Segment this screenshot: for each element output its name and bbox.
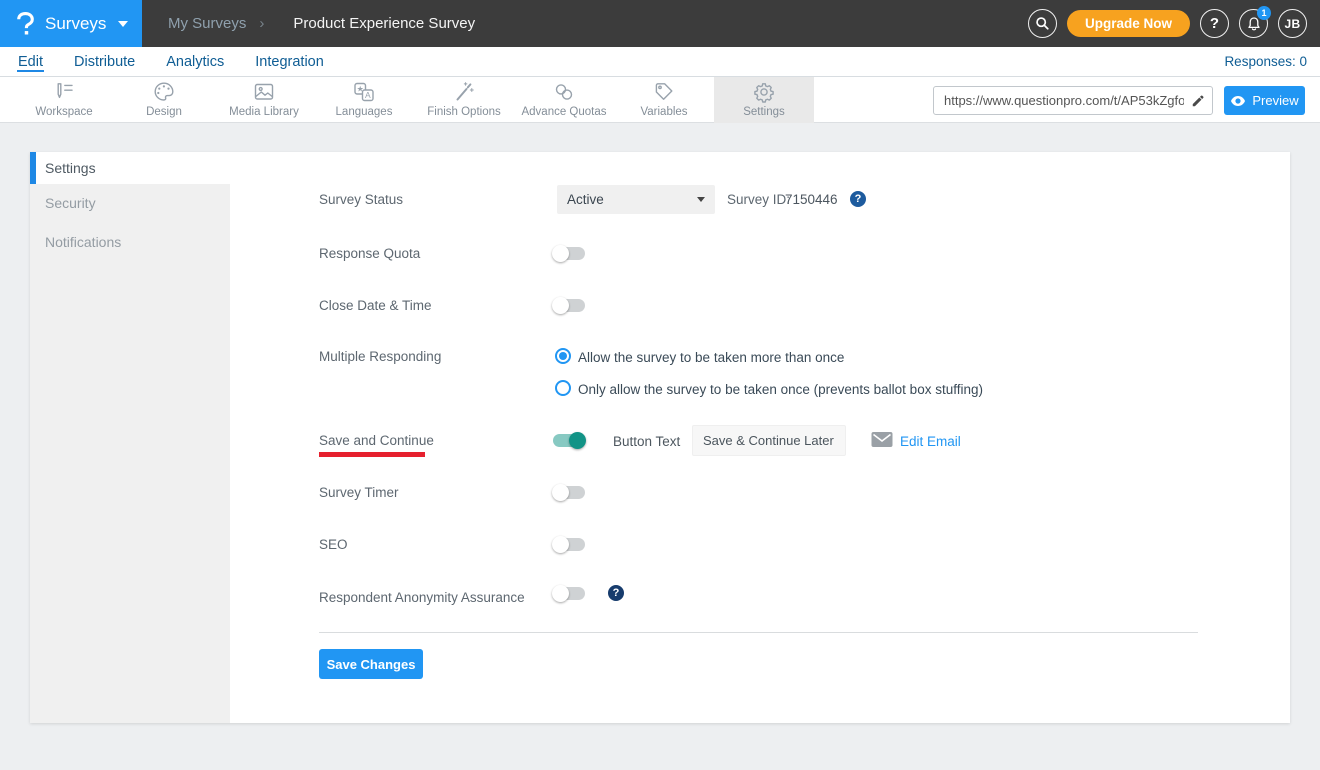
save-and-continue-toggle[interactable] [553, 432, 585, 449]
languages-icon: ★ A [351, 80, 377, 104]
page-title: Product Experience Survey [293, 15, 475, 32]
radio-allow-once-label: Only allow the survey to be taken once (… [578, 382, 983, 397]
tab-analytics[interactable]: Analytics [166, 47, 224, 76]
top-header: Surveys My Surveys › Product Experience … [0, 0, 1320, 47]
breadcrumb-separator: › [259, 15, 264, 32]
notification-badge: 1 [1257, 6, 1271, 20]
advance-quotas-links-icon [551, 80, 577, 104]
search-icon [1035, 16, 1050, 31]
save-changes-button[interactable]: Save Changes [319, 649, 423, 679]
workspace-icon [51, 80, 77, 104]
media-library-icon [251, 80, 277, 104]
settings-card: Settings Security Notifications Survey S… [30, 152, 1290, 723]
caret-down-icon [697, 197, 705, 202]
questionpro-logo-icon [16, 11, 35, 37]
notifications-button[interactable]: 1 [1239, 9, 1268, 38]
respondent-anonymity-help-icon[interactable]: ? [608, 585, 624, 601]
survey-url-field [933, 86, 1213, 115]
toolbar-item-design[interactable]: Design [114, 77, 214, 123]
upgrade-now-button[interactable]: Upgrade Now [1067, 10, 1190, 37]
toolbar-item-finish-options[interactable]: Finish Options [414, 77, 514, 123]
svg-text:A: A [365, 90, 371, 100]
finish-options-wand-icon [451, 80, 477, 104]
multiple-responding-label: Multiple Responding [319, 349, 441, 364]
tab-integration[interactable]: Integration [255, 47, 324, 76]
button-text-label: Button Text [613, 434, 680, 449]
response-quota-toggle[interactable] [553, 245, 585, 262]
preview-button[interactable]: Preview [1224, 86, 1305, 115]
close-date-time-toggle[interactable] [553, 297, 585, 314]
toolbar-item-workspace[interactable]: Workspace [14, 77, 114, 123]
survey-status-dropdown[interactable]: Active [557, 185, 715, 214]
toolbar-item-variables[interactable]: Variables [614, 77, 714, 123]
respondent-anonymity-label: Respondent Anonymity Assurance [319, 590, 525, 605]
highlight-underline [319, 452, 425, 457]
design-palette-icon [151, 80, 177, 104]
toolbar-item-media-library[interactable]: Media Library [214, 77, 314, 123]
sidebar-item-notifications[interactable]: Notifications [30, 223, 230, 262]
button-text-input[interactable] [692, 425, 846, 456]
header-actions: Upgrade Now ? 1 JB [1028, 0, 1307, 47]
survey-timer-label: Survey Timer [319, 485, 399, 500]
settings-gear-icon [751, 80, 777, 104]
user-avatar[interactable]: JB [1278, 9, 1307, 38]
response-quota-label: Response Quota [319, 246, 420, 261]
product-switcher[interactable]: Surveys [0, 0, 142, 47]
toolbar-item-advance-quotas[interactable]: Advance Quotas [514, 77, 614, 123]
survey-timer-toggle[interactable] [553, 484, 585, 501]
email-envelope-icon[interactable] [871, 431, 893, 453]
survey-url-input[interactable] [934, 87, 1212, 114]
settings-sidebar: Settings Security Notifications [30, 152, 230, 723]
radio-allow-multiple[interactable] [555, 348, 571, 364]
eye-icon [1230, 95, 1246, 107]
edit-toolbar: Workspace Design Media Library ★ [0, 77, 1320, 123]
product-name: Surveys [45, 14, 106, 34]
search-button[interactable] [1028, 9, 1057, 38]
survey-status-value: Active [567, 192, 604, 207]
edit-email-link[interactable]: Edit Email [900, 434, 961, 449]
tab-distribute[interactable]: Distribute [74, 47, 135, 76]
breadcrumb: My Surveys › Product Experience Survey [168, 0, 475, 47]
active-indicator-bar [30, 152, 36, 184]
respondent-anonymity-toggle[interactable] [553, 585, 585, 602]
form-divider [319, 632, 1198, 633]
save-and-continue-label: Save and Continue [319, 433, 434, 448]
variables-tag-icon [651, 80, 677, 104]
toolbar-item-languages[interactable]: ★ A Languages [314, 77, 414, 123]
sidebar-item-settings[interactable]: Settings [30, 152, 230, 184]
seo-label: SEO [319, 537, 348, 552]
close-date-time-label: Close Date & Time [319, 298, 432, 313]
edit-url-pencil-icon[interactable] [1191, 94, 1205, 113]
breadcrumb-my-surveys[interactable]: My Surveys [168, 15, 246, 32]
caret-down-icon [118, 21, 128, 27]
question-mark-icon: ? [1210, 15, 1219, 32]
survey-id-label: Survey ID: [727, 192, 790, 207]
toolbar-item-settings[interactable]: Settings [714, 77, 814, 123]
seo-toggle[interactable] [553, 536, 585, 553]
responses-count: Responses: 0 [1224, 54, 1307, 69]
radio-allow-multiple-label: Allow the survey to be taken more than o… [578, 350, 844, 365]
survey-status-label: Survey Status [319, 192, 403, 207]
tab-edit[interactable]: Edit [18, 47, 43, 76]
section-tabs: Edit Distribute Analytics Integration Re… [0, 47, 1320, 77]
radio-allow-once[interactable] [555, 380, 571, 396]
sidebar-item-security[interactable]: Security [30, 184, 230, 223]
survey-id-value: 7150446 [785, 192, 838, 207]
help-button[interactable]: ? [1200, 9, 1229, 38]
survey-id-help-icon[interactable]: ? [850, 191, 866, 207]
